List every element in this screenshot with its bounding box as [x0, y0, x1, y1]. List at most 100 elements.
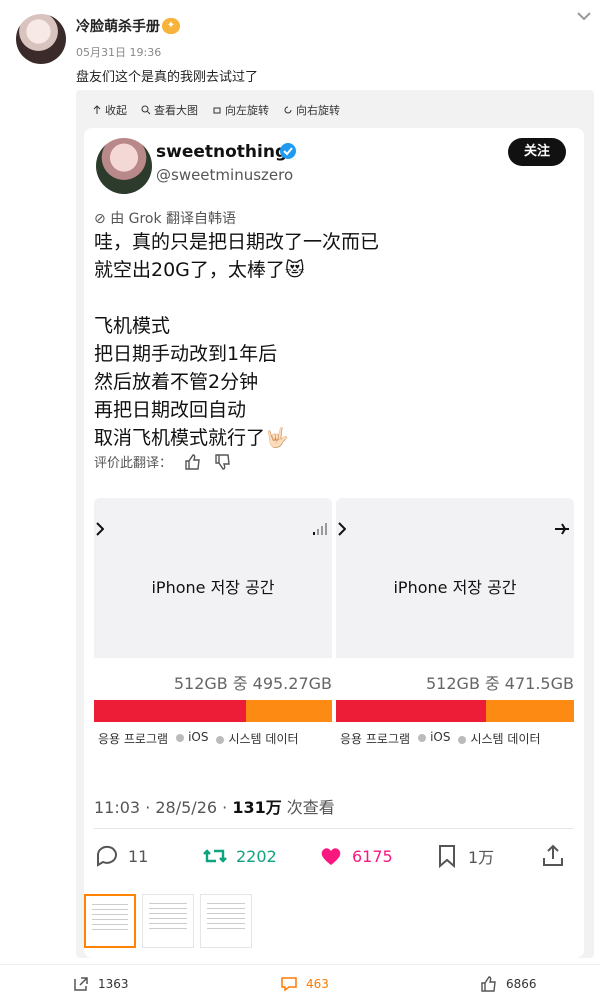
bookmark-icon — [439, 845, 455, 869]
legend-ios: iOS — [176, 730, 208, 747]
tweet-avatar[interactable] — [96, 138, 152, 194]
share-icon — [74, 977, 88, 991]
storage-title: iPhone 저장 공간 — [393, 578, 517, 597]
post-footer: 1363 463 6866 — [0, 964, 600, 1004]
rate-label: 评价此翻译： — [94, 456, 173, 471]
vip-badge-icon: ✦ — [162, 18, 180, 34]
legend-apps: 응용 프로그램 — [98, 732, 169, 746]
storage-bar-system — [246, 700, 332, 722]
footer-like-button[interactable]: 6866 — [480, 975, 537, 993]
screenshot-after[interactable]: iPhone 저장 공간 512GB 중 471.5GB 응용 프로그램 iOS… — [336, 498, 574, 766]
bookmark-button[interactable]: 1万 — [434, 836, 494, 876]
reply-icon — [96, 845, 117, 867]
rotate-right-button[interactable]: 向右旋转 — [283, 100, 340, 120]
footer-like-count: 6866 — [506, 977, 537, 991]
tweet-views-suffix: 次查看 — [281, 798, 335, 817]
tweet-line: 然后放着不管2分钟 — [94, 371, 259, 393]
storage-legend: 응용 프로그램 iOS 시스템 데이터 — [340, 730, 541, 747]
tweet-line: 把日期手动改到1年后 — [94, 343, 278, 365]
image-thumbnails — [84, 894, 252, 948]
storage-bar-apps — [336, 700, 486, 722]
screenshot-before[interactable]: iPhone 저장 공간 512GB 중 495.27GB 응용 프로그램 iO… — [94, 498, 332, 766]
tweet-line: 飞机模式 — [94, 315, 171, 337]
tweet-line: 取消飞机模式就行了🤟🏻 — [94, 427, 289, 449]
bookmark-count: 1万 — [468, 848, 495, 867]
chevron-down-icon[interactable] — [574, 6, 594, 26]
legend-system: 시스템 데이터 — [216, 730, 299, 747]
avatar[interactable] — [16, 14, 66, 64]
grok-icon: ⊘ — [94, 211, 111, 227]
footer-share-button[interactable]: 1363 — [72, 975, 129, 993]
rotate-left-button[interactable]: 向左旋转 — [212, 100, 269, 120]
airplane-mode-icon — [555, 523, 569, 535]
thumbnail-1[interactable] — [84, 894, 136, 948]
follow-button[interactable]: 关注 — [508, 138, 566, 166]
tweet-line: 哇，真的只是把日期改了一次而已 — [94, 231, 380, 253]
translate-note: ⊘ 由 Grok 翻译自韩语 — [94, 211, 237, 227]
tweet-line: 再把日期改回自动 — [94, 399, 247, 421]
legend-ios: iOS — [418, 730, 450, 747]
tweet-text: 哇，真的只是把日期改了一次而已 就空出20G了，太棒了😻 飞机模式 把日期手动改… — [94, 228, 574, 452]
thumbnail-3[interactable] — [200, 894, 252, 948]
rotate-right-label: 向右旋转 — [296, 104, 340, 117]
author-name[interactable]: 冷脸萌杀手册 — [76, 16, 160, 36]
heart-icon — [321, 848, 341, 865]
legend-system: 시스템 데이터 — [458, 730, 541, 747]
rotate-left-icon — [213, 107, 221, 114]
tweet-meta: 11:03 · 28/5/26 · 131万 次查看 — [94, 794, 335, 818]
like-count: 6175 — [352, 846, 393, 866]
reply-count: 11 — [128, 846, 149, 866]
share-icon — [543, 844, 563, 866]
retweet-button[interactable]: 2202 — [202, 836, 277, 876]
tweet-line: 就空出20G了，太棒了😻 — [94, 259, 305, 281]
divider — [94, 828, 574, 829]
thumbs-up-icon[interactable] — [184, 453, 202, 471]
rotate-left-label: 向左旋转 — [225, 104, 269, 117]
storage-bar — [336, 700, 574, 722]
tweet-card: sweetnothing @sweetminuszero 关注 ⊘ 由 Grok… — [84, 128, 584, 958]
like-button[interactable]: 6175 — [318, 836, 393, 876]
post-header: 冷脸萌杀手册 ✦ 05月31日 19:36 盘友们这个是真的我刚去试过了 — [0, 0, 600, 90]
tweet-author-name[interactable]: sweetnothing — [156, 142, 287, 162]
airplane-icon — [338, 522, 346, 536]
storage-bar — [94, 700, 332, 722]
collapse-label: 收起 — [105, 104, 127, 117]
post-time: 05月31日 19:36 — [76, 46, 162, 59]
comment-icon — [281, 977, 297, 992]
storage-title: iPhone 저장 공간 — [151, 578, 275, 597]
storage-legend: 응용 프로그램 iOS 시스템 데이터 — [98, 730, 299, 747]
tweet-handle[interactable]: @sweetminuszero — [156, 166, 293, 184]
image-card: 收起 查看大图 向左旋转 向右旋转 sweetnothing @sweetmin… — [76, 90, 594, 958]
retweet-icon — [203, 849, 227, 863]
tweet-actions: 11 2202 6175 1万 — [84, 836, 584, 876]
storage-usage: 512GB 중 471.5GB — [426, 674, 574, 693]
airplane-icon — [96, 522, 104, 536]
thumbs-down-icon[interactable] — [214, 453, 232, 471]
legend-apps: 응용 프로그램 — [340, 732, 411, 746]
retweet-count: 2202 — [236, 846, 277, 866]
search-icon — [141, 105, 151, 115]
reply-button[interactable]: 11 — [94, 836, 148, 876]
image-toolbar: 收起 查看大图 向左旋转 向右旋转 — [92, 100, 340, 120]
view-large-button[interactable]: 查看大图 — [141, 100, 198, 120]
share-button[interactable] — [540, 836, 566, 876]
thumbnail-2[interactable] — [142, 894, 194, 948]
collapse-icon — [93, 105, 101, 114]
tweet-views: 131万 — [232, 798, 282, 817]
collapse-button[interactable]: 收起 — [92, 100, 127, 120]
share-count: 1363 — [98, 977, 129, 991]
view-large-label: 查看大图 — [154, 104, 198, 117]
storage-bar-apps — [94, 700, 247, 722]
post-text: 盘友们这个是真的我刚去试过了 — [76, 70, 259, 85]
rate-translation: 评价此翻译： — [94, 452, 232, 471]
thumbs-up-icon — [481, 976, 496, 992]
verified-icon — [280, 143, 296, 159]
rotate-right-icon — [284, 106, 292, 114]
attached-screenshots[interactable]: iPhone 저장 공간 512GB 중 495.27GB 응용 프로그램 iO… — [94, 498, 574, 766]
tweet-timestamp[interactable]: 11:03 · 28/5/26 · — [94, 798, 232, 817]
storage-bar-system — [485, 700, 574, 722]
footer-comment-button[interactable]: 463 — [280, 975, 329, 993]
signal-icon — [313, 523, 327, 535]
storage-usage: 512GB 중 495.27GB — [173, 674, 332, 693]
